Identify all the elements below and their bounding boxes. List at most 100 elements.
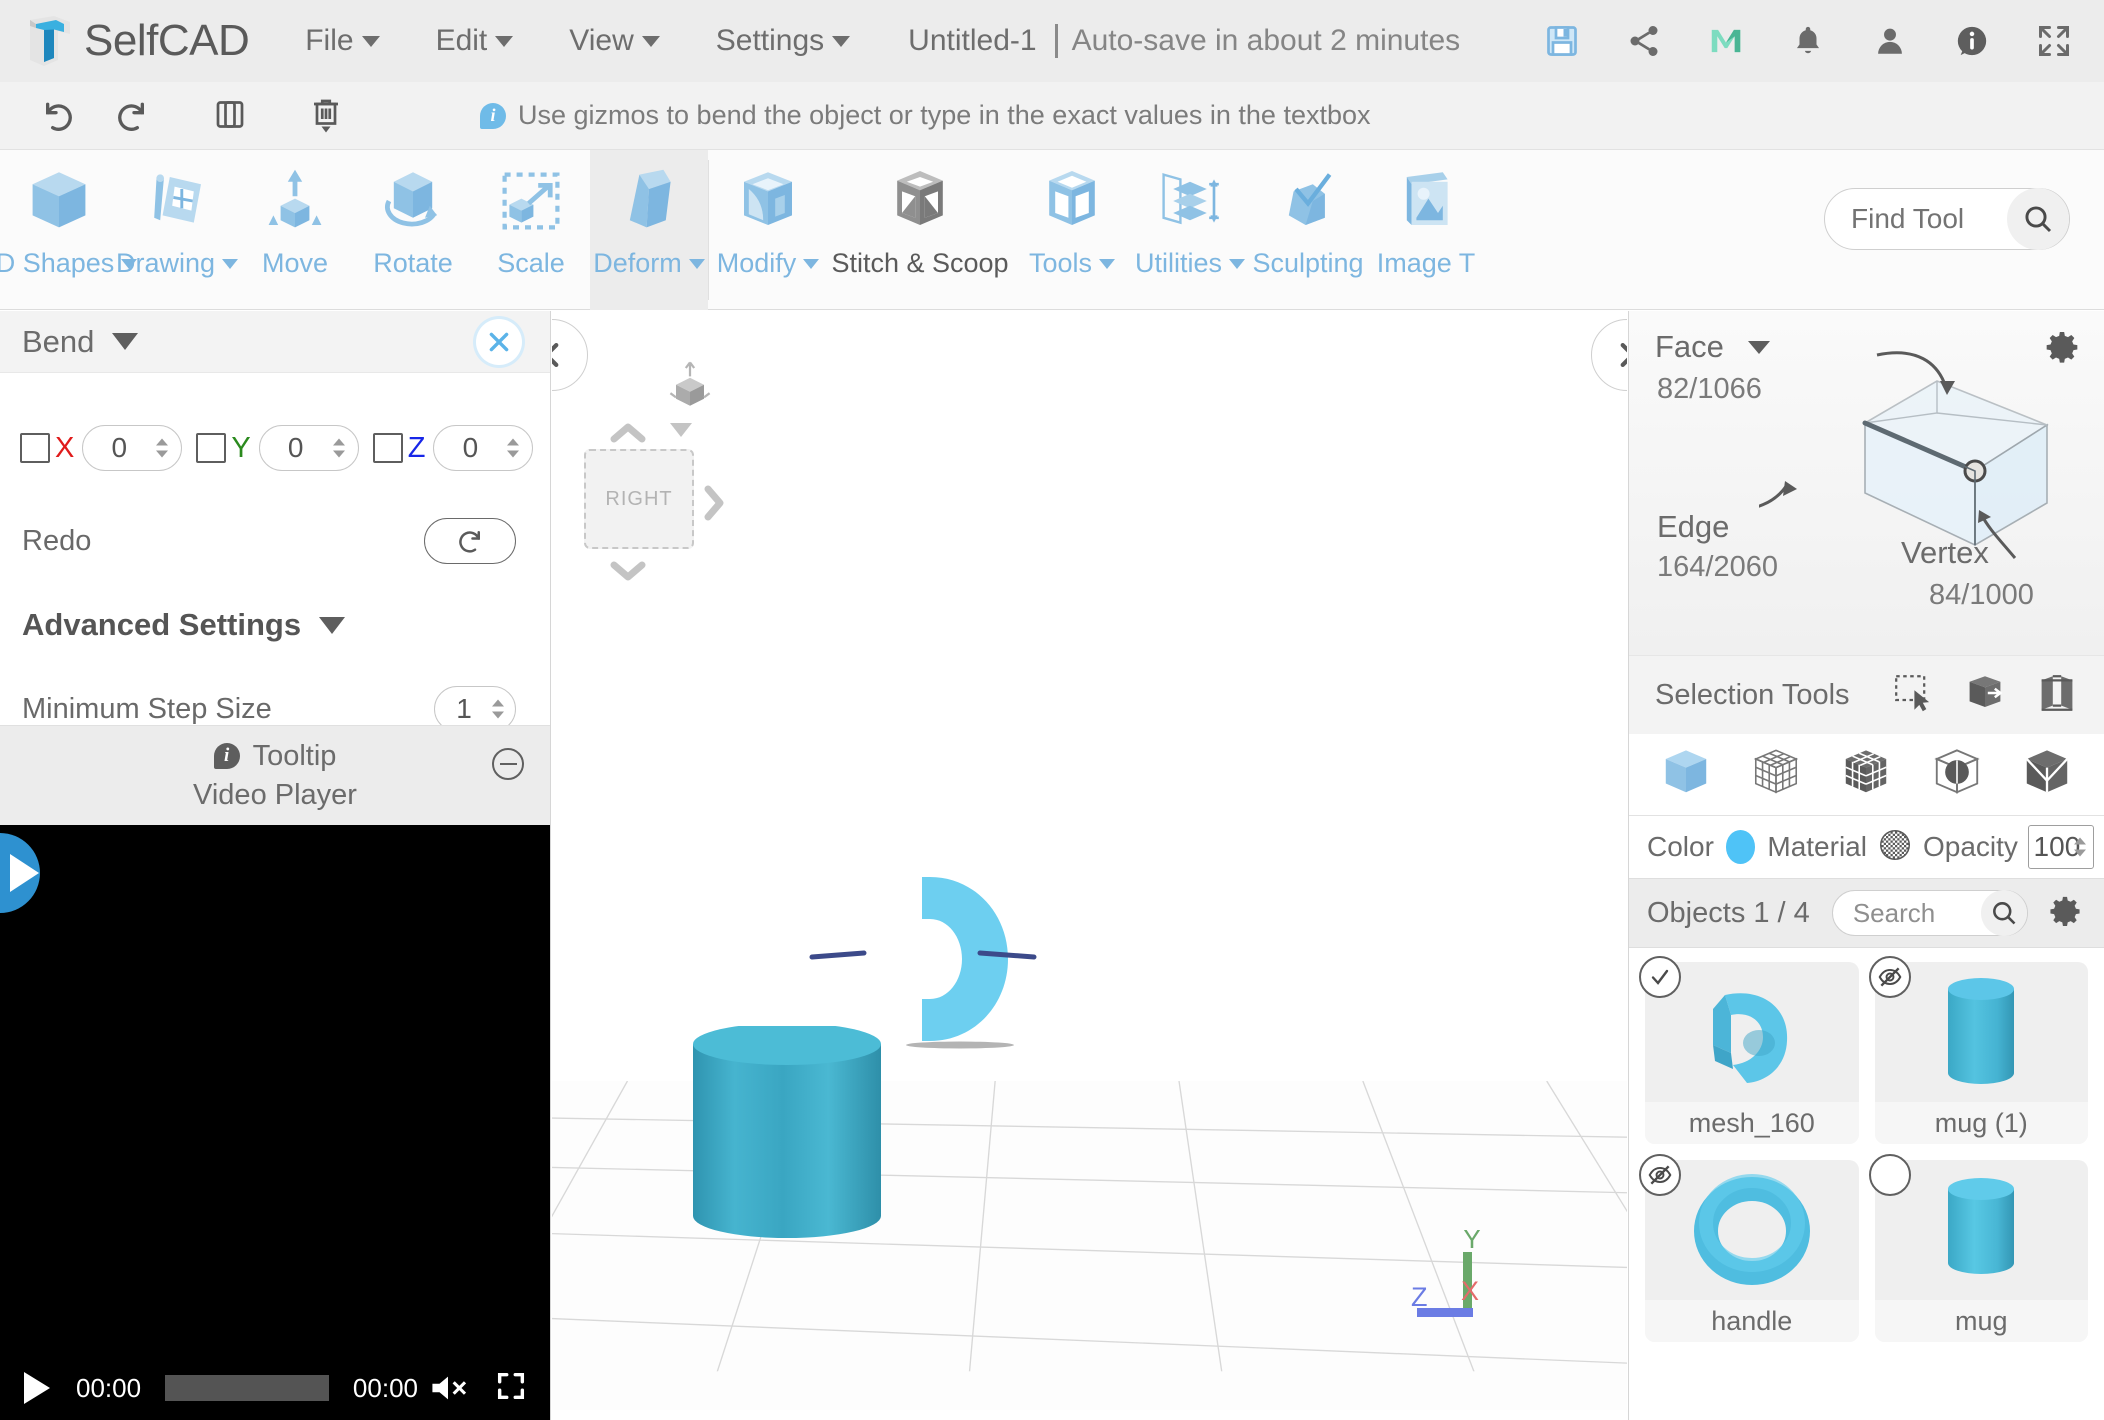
play-icon[interactable] [0, 833, 40, 913]
list-item[interactable]: mesh_160 [1645, 962, 1859, 1144]
collapse-right-panel-button[interactable] [1591, 319, 1627, 391]
video-progress-bar[interactable] [165, 1375, 329, 1401]
user-account-icon[interactable] [1870, 21, 1910, 61]
search-icon[interactable] [2007, 188, 2069, 250]
info-icon[interactable] [1952, 21, 1992, 61]
home-cube-icon[interactable] [662, 361, 718, 417]
axis-z-input[interactable] [438, 432, 502, 464]
stepper-up-icon[interactable] [156, 439, 168, 446]
minimize-icon[interactable] [492, 748, 524, 780]
axis-z-checkbox[interactable] [373, 433, 403, 463]
view-down-chevron-icon[interactable] [608, 559, 648, 588]
stepper-arrows[interactable] [492, 700, 504, 719]
stepper-arrows[interactable] [156, 439, 168, 458]
notifications-bell-icon[interactable] [1788, 21, 1828, 61]
stepper-down-icon[interactable] [507, 451, 519, 458]
ribbon-item-3d-shapes[interactable]: 3D Shapes [0, 150, 118, 310]
bend-gizmo-handles[interactable] [802, 941, 1042, 971]
axis-x-stepper[interactable] [82, 425, 182, 471]
tooltip-video-player[interactable]: 00:00 00:00 [0, 825, 550, 1420]
redo-icon[interactable] [112, 94, 156, 138]
chevron-down-icon[interactable] [112, 333, 138, 350]
search-icon[interactable] [1981, 890, 2027, 936]
rectangle-select-icon[interactable] [1892, 672, 1934, 719]
ribbon-item-image-to-3d[interactable]: Image T [1367, 150, 1485, 310]
find-tool-search[interactable]: Find Tool [1824, 188, 2070, 250]
ribbon-item-stitch-scoop[interactable]: Stitch & Scoop [827, 150, 1013, 310]
stepper-up-icon[interactable] [492, 700, 504, 707]
menu-edit[interactable]: Edit [436, 24, 514, 58]
stepper-arrows[interactable] [333, 439, 345, 458]
visibility-hidden-eye-icon[interactable] [1639, 1154, 1681, 1196]
delete-icon[interactable] [304, 94, 348, 138]
stepper-down-icon[interactable] [333, 451, 345, 458]
visibility-hidden-eye-icon[interactable] [1869, 956, 1911, 998]
view-up-chevron-icon[interactable] [608, 421, 648, 450]
visibility-check-icon[interactable] [1639, 956, 1681, 998]
ribbon-item-scale[interactable]: Scale [472, 150, 590, 310]
app-logo[interactable]: SelfCAD [24, 14, 249, 68]
wireframe-cube-icon[interactable] [1750, 746, 1802, 803]
objects-settings-gear-icon[interactable] [2046, 894, 2084, 932]
ribbon-item-tools[interactable]: Tools [1013, 150, 1131, 310]
stepper-arrows[interactable] [507, 439, 519, 458]
axis-y-input[interactable] [264, 432, 328, 464]
menu-file[interactable]: File [305, 24, 379, 58]
stepper-up-icon[interactable] [507, 439, 519, 446]
menu-view[interactable]: View [569, 24, 659, 58]
ribbon-item-deform[interactable]: Deform [590, 150, 708, 310]
save-icon[interactable] [1542, 21, 1582, 61]
advanced-settings-header[interactable]: Advanced Settings [0, 595, 550, 655]
sphere-in-cube-icon[interactable] [1931, 746, 1983, 803]
undo-icon[interactable] [34, 94, 78, 138]
axis-z-stepper[interactable] [433, 425, 533, 471]
visibility-empty-circle-icon[interactable] [1869, 1154, 1911, 1196]
section-cube-icon[interactable] [2021, 746, 2073, 803]
redo-button[interactable] [424, 518, 516, 564]
view-down-caret-icon[interactable] [668, 421, 694, 444]
stepper-up-icon[interactable] [2074, 838, 2086, 845]
stepper-down-icon[interactable] [2074, 850, 2086, 857]
axis-x-input[interactable] [87, 432, 151, 464]
fullscreen-icon[interactable] [2034, 21, 2074, 61]
close-panel-button[interactable] [476, 319, 522, 365]
color-swatch[interactable] [1726, 830, 1755, 864]
subdivide-cube-icon[interactable] [1840, 746, 1892, 803]
share-icon[interactable] [1624, 21, 1664, 61]
box-select-icon[interactable] [2036, 672, 2078, 719]
fullscreen-icon[interactable] [494, 1369, 528, 1408]
move-select-icon[interactable] [1964, 672, 2006, 719]
view-face-right[interactable]: RIGHT [584, 449, 694, 549]
list-item[interactable]: handle [1645, 1160, 1859, 1342]
list-item[interactable]: mug (1) [1875, 962, 2089, 1144]
copy-icon[interactable] [208, 94, 252, 138]
ribbon-item-rotate[interactable]: Rotate [354, 150, 472, 310]
ribbon-item-sculpting[interactable]: Sculpting [1249, 150, 1367, 310]
ribbon-item-drawing[interactable]: Drawing [118, 150, 236, 310]
volume-mute-icon[interactable] [428, 1371, 468, 1405]
minimum-step-size-input[interactable] [439, 693, 489, 725]
stepper-down-icon[interactable] [156, 451, 168, 458]
axis-x-checkbox[interactable] [20, 433, 50, 463]
axis-y-checkbox[interactable] [196, 433, 226, 463]
axis-y-stepper[interactable] [259, 425, 359, 471]
stepper-arrows[interactable] [2074, 838, 2086, 857]
document-title[interactable]: Untitled-1 [908, 24, 1036, 58]
view-right-chevron-icon[interactable] [702, 483, 726, 528]
stepper-up-icon[interactable] [333, 439, 345, 446]
view-orientation-widget[interactable]: RIGHT [572, 371, 802, 631]
solid-cube-icon[interactable] [1660, 746, 1712, 803]
selection-mode-dropdown[interactable]: Face [1655, 329, 1770, 365]
menu-settings[interactable]: Settings [716, 24, 850, 58]
ribbon-item-move[interactable]: Move [236, 150, 354, 310]
medium-m-icon[interactable] [1706, 21, 1746, 61]
objects-search-input[interactable]: Search [1832, 890, 2028, 936]
play-icon[interactable] [24, 1372, 50, 1404]
viewport-cylinder-mesh[interactable] [687, 1026, 917, 1296]
material-sphere-icon[interactable] [1877, 827, 1913, 868]
ribbon-item-utilities[interactable]: Utilities [1131, 150, 1249, 310]
ribbon-item-modify[interactable]: Modify [709, 150, 827, 310]
3d-viewport[interactable]: RIGHT Y Z X [552, 311, 1627, 1420]
stepper-down-icon[interactable] [492, 712, 504, 719]
opacity-stepper[interactable] [2028, 825, 2094, 869]
